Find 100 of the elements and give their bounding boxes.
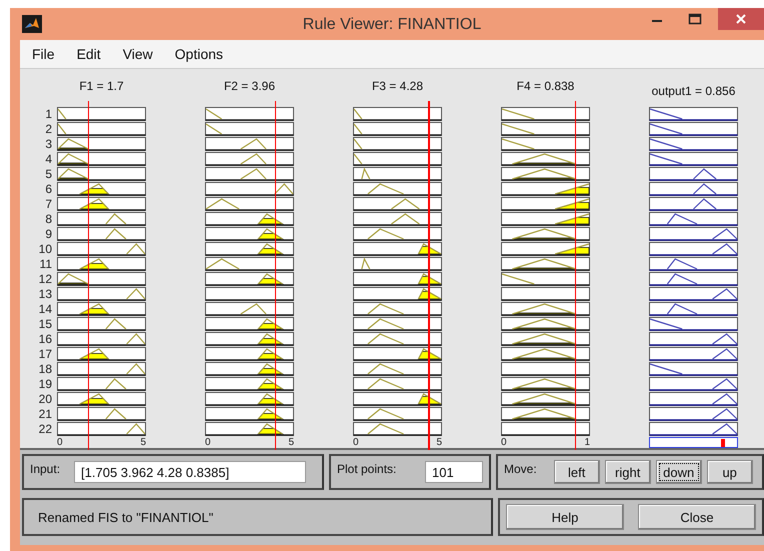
membership-plot[interactable]: [57, 317, 146, 331]
membership-plot[interactable]: [501, 377, 590, 391]
membership-plot[interactable]: [205, 227, 294, 241]
membership-plot[interactable]: [353, 392, 442, 406]
membership-plot[interactable]: [501, 347, 590, 361]
membership-plot[interactable]: [57, 302, 146, 316]
membership-plot[interactable]: [353, 347, 442, 361]
membership-plot[interactable]: [501, 227, 590, 241]
input-field[interactable]: [1.705 3.962 4.28 0.8385]: [74, 461, 306, 483]
membership-plot[interactable]: [501, 152, 590, 166]
membership-plot[interactable]: [57, 137, 146, 151]
input-marker-line[interactable]: [428, 101, 430, 450]
membership-plot[interactable]: [353, 227, 442, 241]
membership-plot[interactable]: [353, 257, 442, 271]
move-button[interactable]: down: [656, 460, 702, 484]
membership-plot[interactable]: [205, 302, 294, 316]
dialog-button[interactable]: Close: [638, 504, 756, 530]
membership-plot[interactable]: [501, 302, 590, 316]
membership-plot[interactable]: [57, 122, 146, 136]
membership-plot[interactable]: [205, 242, 294, 256]
membership-plot[interactable]: [353, 167, 442, 181]
membership-plot[interactable]: [501, 257, 590, 271]
membership-plot[interactable]: [649, 152, 738, 166]
membership-plot[interactable]: [205, 167, 294, 181]
membership-plot[interactable]: [501, 107, 590, 121]
membership-plot[interactable]: [501, 422, 590, 436]
menu-item[interactable]: Options: [166, 46, 232, 62]
membership-plot[interactable]: [649, 332, 738, 346]
membership-plot[interactable]: [649, 227, 738, 241]
output-marker[interactable]: [721, 439, 726, 447]
membership-plot[interactable]: [501, 392, 590, 406]
membership-plot[interactable]: [501, 242, 590, 256]
membership-plot[interactable]: [57, 257, 146, 271]
membership-plot[interactable]: [649, 317, 738, 331]
membership-plot[interactable]: [353, 182, 442, 196]
membership-plot[interactable]: [501, 362, 590, 376]
membership-plot[interactable]: [57, 107, 146, 121]
membership-plot[interactable]: [353, 287, 442, 301]
membership-plot[interactable]: [353, 122, 442, 136]
membership-plot[interactable]: [649, 257, 738, 271]
membership-plot[interactable]: [501, 137, 590, 151]
membership-plot[interactable]: [205, 407, 294, 421]
membership-plot[interactable]: [205, 422, 294, 436]
membership-plot[interactable]: [57, 422, 146, 436]
membership-plot[interactable]: [353, 407, 442, 421]
membership-plot[interactable]: [649, 242, 738, 256]
membership-plot[interactable]: [649, 287, 738, 301]
input-marker-line[interactable]: [274, 101, 276, 450]
membership-plot[interactable]: [205, 152, 294, 166]
membership-plot[interactable]: [501, 122, 590, 136]
membership-plot[interactable]: [353, 317, 442, 331]
membership-plot[interactable]: [353, 362, 442, 376]
move-button[interactable]: left: [554, 460, 600, 484]
membership-plot[interactable]: [501, 272, 590, 286]
membership-plot[interactable]: [57, 212, 146, 226]
membership-plot[interactable]: [649, 137, 738, 151]
membership-plot[interactable]: [501, 197, 590, 211]
membership-plot[interactable]: [353, 197, 442, 211]
membership-plot[interactable]: [353, 152, 442, 166]
membership-plot[interactable]: [501, 332, 590, 346]
input-marker-line[interactable]: [88, 101, 90, 450]
membership-plot[interactable]: [649, 392, 738, 406]
membership-plot[interactable]: [649, 347, 738, 361]
membership-plot[interactable]: [57, 272, 146, 286]
membership-plot[interactable]: [353, 212, 442, 226]
membership-plot[interactable]: [501, 407, 590, 421]
membership-plot[interactable]: [649, 197, 738, 211]
membership-plot[interactable]: [205, 362, 294, 376]
membership-plot[interactable]: [649, 212, 738, 226]
membership-plot[interactable]: [205, 287, 294, 301]
membership-plot[interactable]: [501, 212, 590, 226]
membership-plot[interactable]: [205, 272, 294, 286]
menu-item[interactable]: Edit: [68, 46, 109, 62]
membership-plot[interactable]: [353, 332, 442, 346]
membership-plot[interactable]: [205, 347, 294, 361]
membership-plot[interactable]: [205, 107, 294, 121]
membership-plot[interactable]: [205, 332, 294, 346]
membership-plot[interactable]: [57, 332, 146, 346]
membership-plot[interactable]: [57, 347, 146, 361]
membership-plot[interactable]: [205, 137, 294, 151]
membership-plot[interactable]: [205, 122, 294, 136]
membership-plot[interactable]: [57, 362, 146, 376]
membership-plot[interactable]: [57, 242, 146, 256]
membership-plot[interactable]: [353, 242, 442, 256]
membership-plot[interactable]: [57, 287, 146, 301]
move-button[interactable]: up: [706, 460, 753, 484]
membership-plot[interactable]: [57, 167, 146, 181]
membership-plot[interactable]: [205, 197, 294, 211]
menu-item[interactable]: View: [114, 46, 161, 62]
membership-plot[interactable]: [57, 407, 146, 421]
membership-plot[interactable]: [501, 167, 590, 181]
membership-plot[interactable]: [649, 182, 738, 196]
membership-plot[interactable]: [501, 182, 590, 196]
membership-plot[interactable]: [57, 377, 146, 391]
membership-plot[interactable]: [649, 107, 738, 121]
menu-item[interactable]: File: [24, 46, 63, 62]
input-marker-line[interactable]: [574, 101, 576, 450]
plot-points-field[interactable]: 101: [425, 461, 483, 483]
membership-plot[interactable]: [649, 407, 738, 421]
membership-plot[interactable]: [649, 362, 738, 376]
